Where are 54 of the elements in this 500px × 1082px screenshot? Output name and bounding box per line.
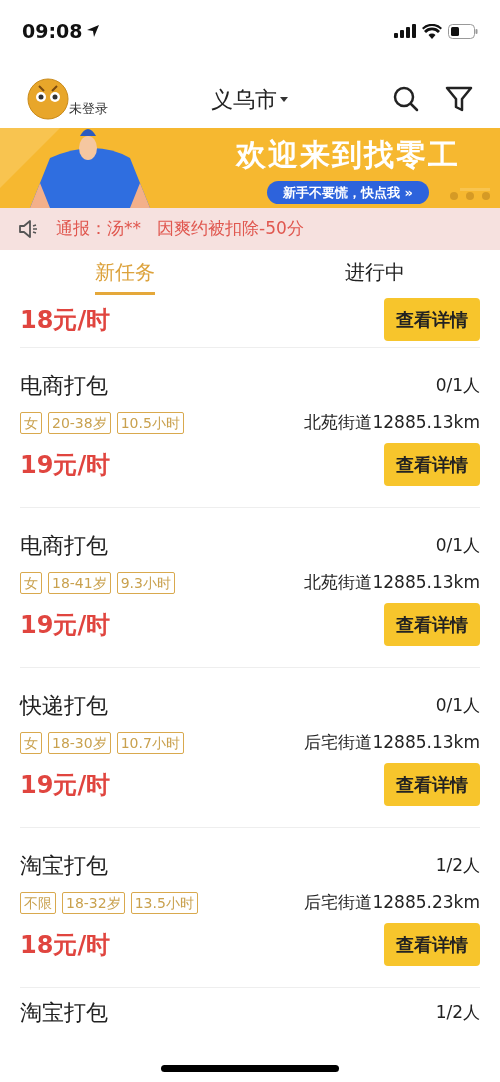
location-distance: 北苑街道12885.13km	[304, 570, 480, 594]
notice-label: 通报：汤**	[56, 217, 141, 241]
location-arrow-icon	[86, 24, 101, 38]
hourly-wage: 18元/时	[20, 929, 111, 961]
job-tag: 18-30岁	[48, 731, 111, 754]
job-tag: 13.5小时	[130, 891, 198, 914]
job-tag: 20-38岁	[48, 411, 111, 434]
job-title: 淘宝打包	[20, 851, 108, 880]
tab[interactable]: 进行中	[250, 250, 500, 298]
headcount: 0/1人	[435, 693, 480, 717]
filter-icon[interactable]	[445, 86, 473, 112]
job-tag: 18-32岁	[62, 891, 125, 914]
headcount: 1/2人	[435, 1000, 480, 1024]
details-button[interactable]: 查看详情	[384, 923, 480, 967]
city-selector[interactable]: 义乌市	[147, 82, 393, 116]
hourly-wage: 19元/时	[20, 449, 111, 481]
wifi-icon	[422, 23, 442, 39]
job-title: 快递打包	[20, 691, 108, 720]
headcount: 0/1人	[435, 373, 480, 397]
job-tag: 女	[20, 731, 42, 754]
banner-button[interactable]: 新手不要慌，快点我 »	[267, 180, 429, 205]
details-button[interactable]: 查看详情	[384, 298, 480, 341]
notice-message: 因爽约被扣除-50分	[157, 217, 304, 241]
location-distance: 后宅街道12885.13km	[304, 730, 480, 754]
hourly-wage: 19元/时	[20, 769, 111, 801]
hourly-wage: 19元/时	[20, 609, 111, 641]
battery-icon	[448, 23, 478, 39]
details-button[interactable]: 查看详情	[384, 443, 480, 487]
details-button[interactable]: 查看详情	[384, 603, 480, 647]
clock-time: 09:08	[22, 18, 83, 44]
job-tag: 10.5小时	[116, 411, 184, 434]
job-title: 电商打包	[20, 371, 108, 400]
headcount: 0/1人	[435, 533, 480, 557]
signal-icon	[394, 24, 416, 38]
banner-title: 欢迎来到找零工	[236, 135, 460, 174]
job-tag: 10.7小时	[116, 731, 184, 754]
location-distance: 北苑街道12885.13km	[304, 410, 480, 434]
avatar-icon[interactable]	[27, 78, 69, 120]
job-tag: 9.3小时	[116, 571, 175, 594]
carousel-dots	[450, 192, 490, 200]
hourly-wage: 18元/时	[20, 304, 111, 336]
search-icon[interactable]	[393, 86, 419, 112]
job-title: 电商打包	[20, 531, 108, 560]
location-distance: 后宅街道12885.23km	[304, 890, 480, 914]
job-tag: 不限	[20, 891, 56, 914]
job-tag: 18-41岁	[48, 571, 111, 594]
job-tag: 女	[20, 571, 42, 594]
details-button[interactable]: 查看详情	[384, 763, 480, 807]
speaker-icon	[18, 219, 40, 239]
job-tag: 女	[20, 411, 42, 434]
job-title: 淘宝打包	[20, 999, 108, 1027]
login-status[interactable]: 未登录	[69, 98, 108, 118]
headcount: 1/2人	[435, 853, 480, 877]
caret-icon	[279, 95, 289, 103]
